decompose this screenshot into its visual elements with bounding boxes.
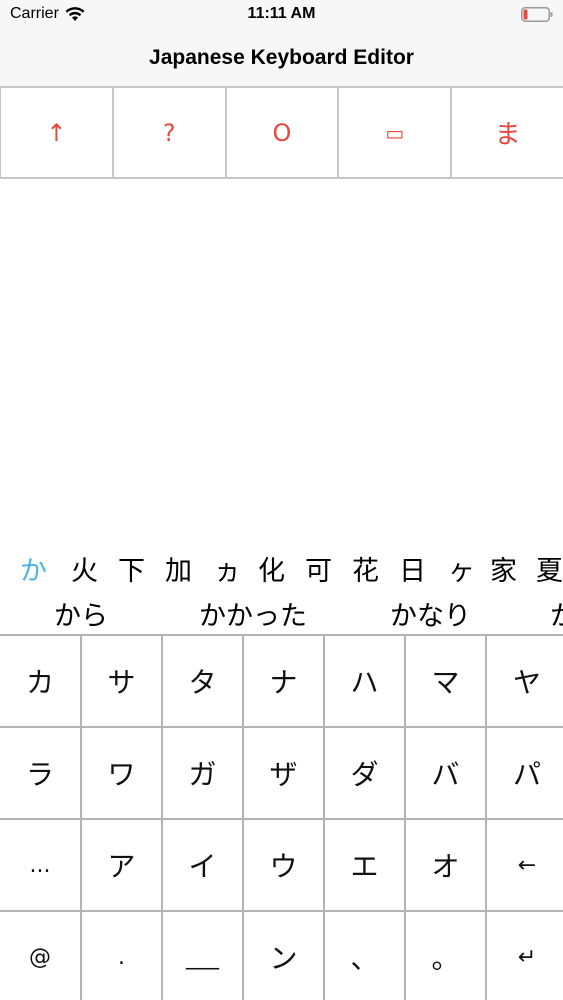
key-za[interactable]: ザ bbox=[244, 728, 323, 818]
key-i[interactable]: イ bbox=[163, 820, 242, 910]
suggestion-item[interactable]: かなり bbox=[390, 594, 471, 633]
key-more[interactable]: ... bbox=[0, 820, 80, 910]
space-key[interactable]: ___ bbox=[163, 912, 242, 1000]
shift-up-button[interactable]: ↑ bbox=[0, 88, 114, 177]
key-ha[interactable]: ハ bbox=[325, 636, 404, 726]
candidate-item[interactable]: ヵ bbox=[214, 549, 241, 583]
key-pa[interactable]: パ bbox=[487, 728, 563, 818]
key-wa[interactable]: ワ bbox=[82, 728, 161, 818]
key-n[interactable]: ン bbox=[244, 912, 323, 1000]
key-ba[interactable]: バ bbox=[406, 728, 485, 818]
key-da[interactable]: ダ bbox=[325, 728, 404, 818]
box-button[interactable]: ▭ bbox=[339, 88, 453, 177]
kana-keyboard: カ サ タ ナ ハ マ ヤ ラ ワ ガ ザ ダ バ パ ... ア イ ウ エ … bbox=[0, 634, 563, 1000]
candidate-item[interactable]: 火 bbox=[71, 549, 98, 583]
circle-o-button[interactable]: O bbox=[226, 88, 340, 177]
key-u[interactable]: ウ bbox=[244, 820, 323, 910]
suggestion-item[interactable]: から bbox=[54, 594, 108, 633]
key-ga[interactable]: ガ bbox=[163, 728, 242, 818]
suggestion-item[interactable]: か bbox=[550, 594, 563, 633]
ma-button[interactable]: ま bbox=[452, 88, 563, 177]
battery-icon bbox=[521, 7, 553, 22]
text-editor-area[interactable] bbox=[0, 179, 563, 539]
candidate-item[interactable]: 化 bbox=[258, 549, 285, 583]
key-o[interactable]: オ bbox=[406, 820, 485, 910]
key-sa[interactable]: サ bbox=[82, 636, 161, 726]
candidate-item[interactable]: ヶ bbox=[448, 549, 475, 583]
candidate-item[interactable]: 花 bbox=[352, 549, 379, 583]
key-at[interactable]: @ bbox=[0, 912, 80, 1000]
candidate-item[interactable]: 下 bbox=[118, 549, 145, 583]
return-key[interactable]: ↵ bbox=[487, 912, 563, 1000]
navigation-bar: Japanese Keyboard Editor bbox=[0, 30, 563, 86]
key-ya[interactable]: ヤ bbox=[487, 636, 563, 726]
candidate-item[interactable]: 可 bbox=[305, 549, 332, 583]
suggestion-bar: から かかった かなり か bbox=[0, 589, 563, 633]
key-comma[interactable]: 、 bbox=[325, 912, 404, 1000]
question-button[interactable]: ? bbox=[113, 88, 227, 177]
candidate-item[interactable]: 家 bbox=[490, 549, 517, 583]
key-ka[interactable]: カ bbox=[0, 636, 80, 726]
key-na[interactable]: ナ bbox=[244, 636, 323, 726]
candidate-bar: か 火 下 加 ヵ 化 可 花 日 ヶ 家 夏 bbox=[0, 543, 563, 583]
key-ra[interactable]: ラ bbox=[0, 728, 80, 818]
candidate-item[interactable]: 加 bbox=[165, 549, 192, 583]
status-time: 11:11 AM bbox=[247, 5, 316, 22]
key-period[interactable]: 。 bbox=[406, 912, 485, 1000]
key-e[interactable]: エ bbox=[325, 820, 404, 910]
candidate-item[interactable]: か bbox=[20, 549, 47, 583]
page-title: Japanese Keyboard Editor bbox=[149, 46, 414, 69]
suggestion-item[interactable]: かかった bbox=[199, 594, 307, 633]
editor-toolbar: ↑ ? O ▭ ま bbox=[0, 86, 563, 179]
candidate-item[interactable]: 夏 bbox=[536, 549, 563, 583]
key-dot[interactable]: . bbox=[82, 912, 161, 1000]
status-bar: Carrier 11:11 AM bbox=[0, 0, 563, 30]
candidate-item[interactable]: 日 bbox=[399, 549, 426, 583]
backspace-key[interactable]: ← bbox=[487, 820, 563, 910]
key-ma[interactable]: マ bbox=[406, 636, 485, 726]
key-a[interactable]: ア bbox=[82, 820, 161, 910]
key-ta[interactable]: タ bbox=[163, 636, 242, 726]
